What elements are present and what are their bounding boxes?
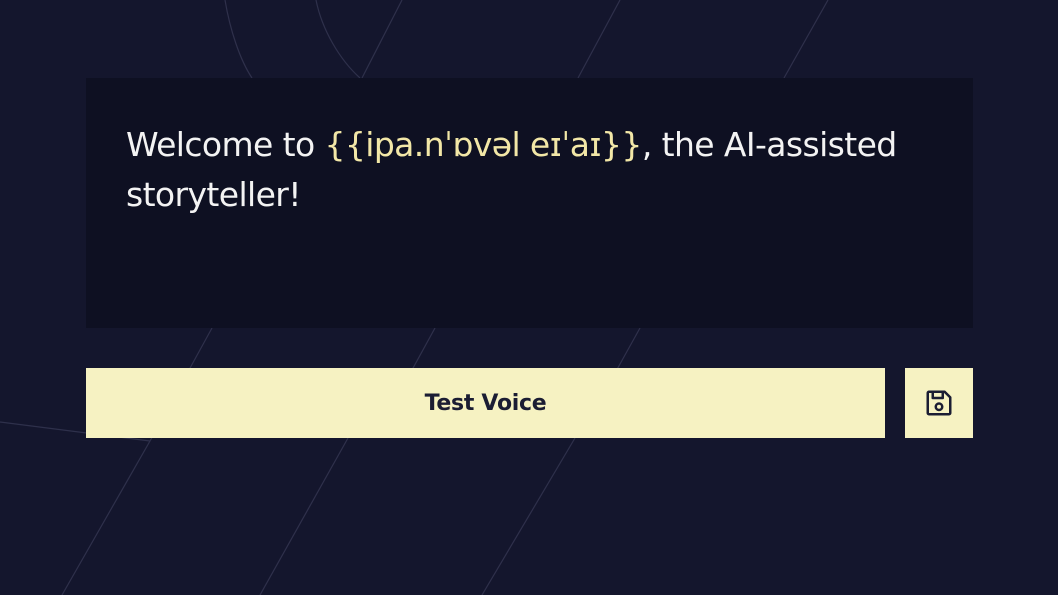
- welcome-panel: Welcome to {{ipa.nˈɒvəl eɪˈaɪ}}, the AI-…: [86, 78, 973, 328]
- floppy-disk-icon: [924, 388, 954, 418]
- welcome-message: Welcome to {{ipa.nˈɒvəl eɪˈaɪ}}, the AI-…: [126, 120, 933, 220]
- save-button[interactable]: [905, 368, 973, 438]
- test-voice-label: Test Voice: [424, 390, 547, 416]
- welcome-prefix: Welcome to: [126, 125, 325, 164]
- app-name-highlight: {{ipa.nˈɒvəl eɪˈaɪ}}: [324, 125, 642, 164]
- test-voice-button[interactable]: Test Voice: [86, 368, 885, 438]
